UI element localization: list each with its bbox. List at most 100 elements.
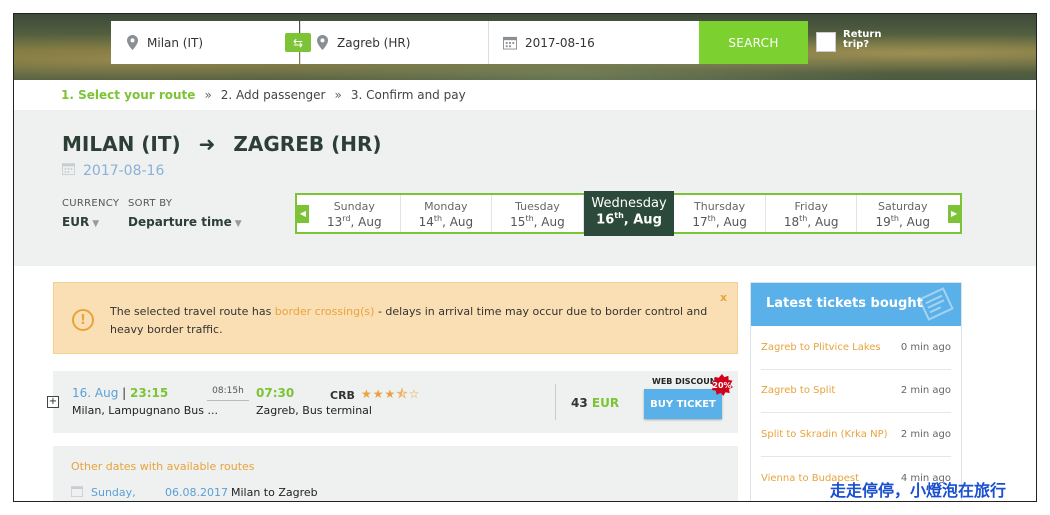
prev-day-button[interactable]: ◀ bbox=[297, 195, 309, 232]
rating-stars: ★★★⯪☆ bbox=[360, 387, 421, 401]
next-day-button[interactable]: ▶ bbox=[948, 195, 961, 232]
arrival-time: 07:30 bbox=[256, 386, 295, 400]
route-title: MILAN (IT) ➜ ZAGREB (HR) bbox=[62, 132, 382, 156]
day-sunday[interactable]: Sunday 13rd, Aug bbox=[309, 195, 401, 232]
departure-date: 16. Aug bbox=[72, 386, 119, 400]
web-discount-label: WEB DISCOUNT bbox=[652, 377, 722, 386]
trip-duration: 08:15h bbox=[212, 386, 244, 396]
price-amount: 43 bbox=[571, 396, 588, 410]
latest-tickets-header: Latest tickets bought bbox=[751, 283, 961, 326]
alert-text: The selected travel route has border cro… bbox=[110, 305, 708, 336]
operator: CRB ★★★⯪☆ bbox=[330, 385, 420, 406]
day-date: 15th, Aug bbox=[510, 214, 565, 229]
operator-name: CRB bbox=[330, 389, 355, 402]
return-trip-label: Return trip? bbox=[843, 30, 883, 50]
currency-select[interactable]: EUR ▼ bbox=[62, 215, 99, 229]
divider bbox=[555, 384, 556, 420]
return-trip-checkbox[interactable] bbox=[816, 32, 836, 52]
day-name: Friday bbox=[794, 200, 828, 213]
step-separator: » bbox=[204, 88, 212, 102]
location-pin-icon bbox=[315, 35, 329, 51]
return-label-line2: trip? bbox=[843, 39, 870, 50]
route-to: ZAGREB (HR) bbox=[233, 132, 382, 156]
ticket-price: 43 EUR bbox=[571, 396, 619, 410]
day-name: Tuesday bbox=[515, 200, 560, 213]
search-banner: Milan (IT) ⇆ Zagreb (HR) 2017-08-16 SEAR… bbox=[14, 14, 1036, 80]
other-date-day: Sunday, bbox=[91, 486, 136, 499]
duration-line bbox=[207, 400, 249, 401]
calendar-icon bbox=[62, 162, 75, 179]
route-date: 2017-08-16 bbox=[62, 162, 164, 179]
day-monday[interactable]: Monday 14th, Aug bbox=[401, 195, 493, 232]
from-field[interactable]: Milan (IT) bbox=[111, 21, 299, 64]
swap-icon[interactable]: ⇆ bbox=[285, 33, 311, 52]
latest-ticket-item[interactable]: Zagreb to Plitvice Lakes 0 min ago bbox=[761, 326, 951, 370]
latest-ticket-item[interactable]: Zagreb to Split 2 min ago bbox=[761, 370, 951, 413]
watermark-text: 走走停停，小燈泡在旅行 bbox=[830, 481, 1007, 500]
step-add-passenger[interactable]: 2. Add passenger bbox=[221, 88, 326, 102]
day-thursday[interactable]: Thursday 17th, Aug bbox=[674, 195, 766, 232]
app-frame: Milan (IT) ⇆ Zagreb (HR) 2017-08-16 SEAR… bbox=[13, 13, 1037, 502]
route-date-value: 2017-08-16 bbox=[83, 162, 165, 179]
other-dates-panel: Other dates with available routes Sunday… bbox=[53, 446, 738, 501]
date-value: 2017-08-16 bbox=[525, 35, 595, 50]
step-select-route[interactable]: 1. Select your route bbox=[61, 88, 195, 102]
from-value: Milan (IT) bbox=[147, 35, 204, 50]
latest-ticket-item[interactable]: Split to Skradin (Krka NP) 2 min ago bbox=[761, 413, 951, 457]
latest-ticket-route[interactable]: Zagreb to Plitvice Lakes bbox=[761, 342, 881, 353]
departure-info: 16. Aug | 23:15 bbox=[72, 386, 169, 400]
date-selector: ◀ Sunday 13rd, Aug Monday 14th, Aug Tuesda… bbox=[295, 191, 962, 236]
day-date: 18th, Aug bbox=[783, 214, 839, 229]
warning-icon: ! bbox=[72, 309, 94, 331]
day-date: 16th, Aug bbox=[596, 211, 662, 228]
other-date-row[interactable]: Sunday, 06.08.2017 Milan to Zagreb bbox=[71, 485, 318, 500]
day-wednesday-selected[interactable]: Wednesday 16th, Aug bbox=[583, 191, 675, 236]
step-separator: » bbox=[334, 88, 342, 102]
currency-value: EUR bbox=[62, 215, 90, 229]
day-name: Thursday bbox=[694, 200, 746, 213]
border-crossing-alert: ! The selected travel route has border c… bbox=[53, 282, 738, 354]
route-from: MILAN (IT) bbox=[62, 132, 181, 156]
step-confirm-pay[interactable]: 3. Confirm and pay bbox=[351, 88, 466, 102]
latest-tickets-title: Latest tickets bought bbox=[766, 296, 923, 311]
day-name: Monday bbox=[424, 200, 468, 213]
chevron-down-icon: ▼ bbox=[92, 219, 100, 229]
to-value: Zagreb (HR) bbox=[337, 35, 411, 50]
latest-tickets-panel: Latest tickets bought Zagreb to Plitvice… bbox=[750, 282, 962, 501]
arrow-right-icon: ➜ bbox=[198, 132, 216, 156]
latest-ticket-time: 0 min ago bbox=[900, 341, 951, 353]
chevron-down-icon: ▼ bbox=[234, 219, 242, 229]
close-icon[interactable]: x bbox=[720, 291, 727, 304]
latest-ticket-time: 2 min ago bbox=[900, 385, 951, 397]
other-dates-heading: Other dates with available routes bbox=[71, 460, 255, 473]
other-date-route: Milan to Zagreb bbox=[231, 486, 318, 499]
price-currency: EUR bbox=[591, 396, 620, 410]
day-date: 14th, Aug bbox=[418, 214, 474, 229]
trip-result-row[interactable]: + 16. Aug | 23:15 Milan, Lampugnano Bus … bbox=[47, 371, 738, 433]
other-date-date: 06.08.2017 bbox=[165, 486, 228, 499]
latest-ticket-time: 2 min ago bbox=[900, 428, 951, 440]
day-friday[interactable]: Friday 18th, Aug bbox=[766, 195, 858, 232]
date-field[interactable]: 2017-08-16 bbox=[488, 21, 699, 64]
expand-icon[interactable]: + bbox=[47, 396, 59, 408]
sort-select[interactable]: Departure time ▼ bbox=[128, 215, 242, 229]
search-button[interactable]: SEARCH bbox=[699, 21, 808, 64]
day-date: 19th, Aug bbox=[875, 214, 931, 229]
calendar-icon bbox=[71, 485, 83, 500]
chevron-left-icon: ◀ bbox=[297, 204, 309, 223]
currency-label: CURRENCY bbox=[62, 198, 120, 209]
border-crossing-link[interactable]: border crossing(s) bbox=[275, 305, 375, 318]
route-summary: MILAN (IT) ➜ ZAGREB (HR) 2017-08-16 CURR… bbox=[14, 110, 1036, 266]
latest-ticket-route[interactable]: Zagreb to Split bbox=[761, 385, 835, 396]
sort-value: Departure time bbox=[128, 215, 232, 229]
day-name: Saturday bbox=[877, 200, 928, 213]
day-tuesday[interactable]: Tuesday 15th, Aug bbox=[492, 195, 584, 232]
departure-time: 23:15 bbox=[130, 386, 169, 400]
checkout-steps: 1. Select your route » 2. Add passenger … bbox=[14, 80, 1036, 110]
buy-ticket-button[interactable]: BUY TICKET bbox=[644, 389, 722, 419]
day-saturday[interactable]: Saturday 19th, Aug bbox=[857, 195, 948, 232]
to-field[interactable]: Zagreb (HR) bbox=[300, 21, 488, 64]
latest-ticket-route[interactable]: Split to Skradin (Krka NP) bbox=[761, 429, 888, 440]
chevron-right-icon: ▶ bbox=[948, 204, 961, 223]
day-date: 17th, Aug bbox=[692, 214, 747, 229]
